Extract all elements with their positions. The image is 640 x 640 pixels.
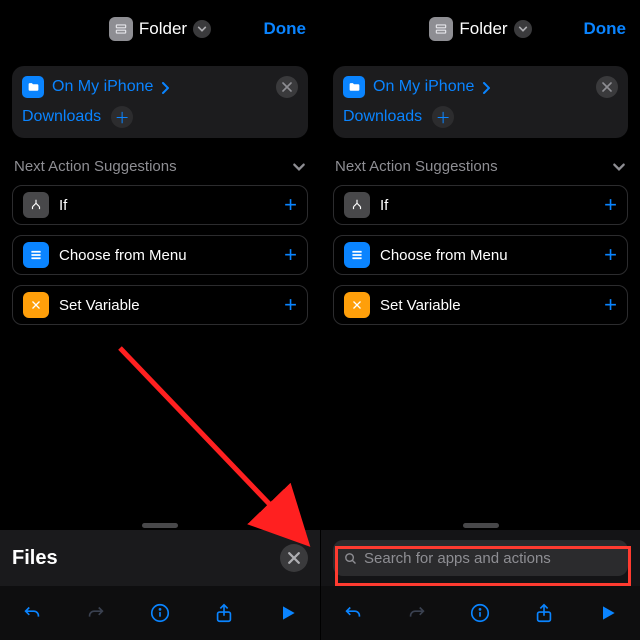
add-path-button[interactable]: ＋	[111, 106, 133, 128]
chevron-down-icon	[193, 20, 211, 38]
suggestion-set-variable[interactable]: Set Variable +	[333, 285, 628, 325]
add-action-button[interactable]: +	[284, 192, 297, 218]
chevron-right-icon	[161, 82, 169, 94]
path-segment-folder[interactable]: Downloads	[343, 108, 422, 126]
run-button[interactable]	[266, 591, 310, 635]
suggestion-label: Set Variable	[380, 297, 604, 314]
folder-action-card: On My iPhone Downloads ＋	[12, 66, 308, 138]
action-sheet-header: Files	[0, 530, 320, 586]
shortcut-title: Folder	[459, 19, 507, 39]
redo-button	[74, 591, 118, 635]
undo-button[interactable]	[10, 591, 54, 635]
variable-icon	[344, 292, 370, 318]
menu-icon	[23, 242, 49, 268]
share-button[interactable]	[522, 591, 566, 635]
shortcuts-editor-pane-left: Folder Done On My iPhone Down	[0, 0, 320, 640]
clear-action-button[interactable]	[276, 76, 298, 98]
suggestion-label: If	[380, 197, 604, 214]
suggestion-label: Choose from Menu	[380, 247, 604, 264]
folder-glyph-icon	[109, 17, 133, 41]
add-path-button[interactable]: ＋	[432, 106, 454, 128]
suggestion-choose-menu[interactable]: Choose from Menu +	[12, 235, 308, 275]
add-action-button[interactable]: +	[604, 242, 617, 268]
share-button[interactable]	[202, 591, 246, 635]
sheet-grabber[interactable]	[463, 523, 499, 528]
add-action-button[interactable]: +	[284, 242, 297, 268]
info-button[interactable]	[458, 591, 502, 635]
path-segment-device[interactable]: On My iPhone	[52, 78, 153, 96]
done-button[interactable]: Done	[584, 0, 627, 58]
chevron-right-icon	[482, 82, 490, 94]
branch-icon	[23, 192, 49, 218]
chevron-down-icon	[612, 160, 626, 174]
redo-button	[395, 591, 439, 635]
action-sheet-header	[321, 530, 640, 586]
editor-toolbar	[0, 586, 320, 640]
suggestions-header[interactable]: Next Action Suggestions	[335, 158, 626, 175]
add-action-button[interactable]: +	[284, 292, 297, 318]
run-button[interactable]	[586, 591, 630, 635]
shortcut-title-button[interactable]: Folder	[429, 17, 531, 41]
folder-action-card: On My iPhone Downloads ＋	[333, 66, 628, 138]
clear-action-button[interactable]	[596, 76, 618, 98]
add-action-button[interactable]: +	[604, 192, 617, 218]
undo-button[interactable]	[331, 591, 375, 635]
shortcut-title-button[interactable]: Folder	[109, 17, 211, 41]
menu-icon	[344, 242, 370, 268]
editor-header: Folder Done	[321, 0, 640, 58]
suggestion-label: Choose from Menu	[59, 247, 284, 264]
add-action-button[interactable]: +	[604, 292, 617, 318]
suggestion-label: If	[59, 197, 284, 214]
suggestion-choose-menu[interactable]: Choose from Menu +	[333, 235, 628, 275]
chevron-down-icon	[292, 160, 306, 174]
folder-glyph-icon	[429, 17, 453, 41]
suggestion-set-variable[interactable]: Set Variable +	[12, 285, 308, 325]
path-segment-folder[interactable]: Downloads	[22, 108, 101, 126]
suggestions-heading: Next Action Suggestions	[335, 158, 498, 175]
editor-header: Folder Done	[0, 0, 320, 58]
branch-icon	[344, 192, 370, 218]
done-button[interactable]: Done	[264, 0, 307, 58]
suggestion-label: Set Variable	[59, 297, 284, 314]
close-sheet-button[interactable]	[280, 544, 308, 572]
sheet-grabber[interactable]	[142, 523, 178, 528]
suggestion-if[interactable]: If +	[12, 185, 308, 225]
suggestions-heading: Next Action Suggestions	[14, 158, 177, 175]
editor-toolbar	[321, 586, 640, 640]
shortcut-title: Folder	[139, 19, 187, 39]
path-segment-device[interactable]: On My iPhone	[373, 78, 474, 96]
action-search-field[interactable]	[333, 540, 628, 576]
sheet-title: Files	[12, 547, 280, 570]
suggestion-if[interactable]: If +	[333, 185, 628, 225]
search-icon	[343, 551, 358, 566]
folder-icon	[343, 76, 365, 98]
shortcuts-editor-pane-right: Folder Done On My iPhone Down	[320, 0, 640, 640]
chevron-down-icon	[514, 20, 532, 38]
suggestions-header[interactable]: Next Action Suggestions	[14, 158, 306, 175]
folder-icon	[22, 76, 44, 98]
search-input[interactable]	[364, 550, 618, 567]
info-button[interactable]	[138, 591, 182, 635]
variable-icon	[23, 292, 49, 318]
